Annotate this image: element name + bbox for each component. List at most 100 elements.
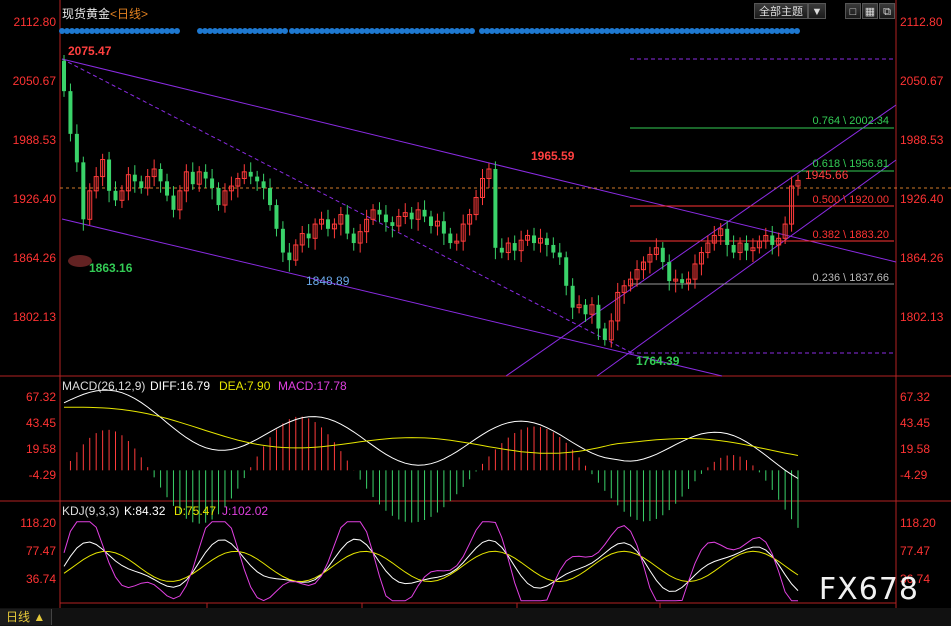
candle-body [158,168,163,182]
loading-dot [469,28,475,34]
candle-body [441,221,446,234]
kdj-j-line [63,521,798,602]
candle-body [532,235,537,244]
kdj-axis-label: 118.20 [900,516,936,530]
candle-body [287,252,292,261]
price-axis-left: 2112.80 2050.67 1988.53 1926.40 1864.26 1802.… [13,15,57,324]
macd-dea-value: DEA:7.90 [219,379,271,393]
loading-dot [794,28,800,34]
kdj-axis-label: 36.74 [26,572,56,586]
candle-body [493,168,498,248]
candle-body [132,174,137,182]
kdj-d-line [63,550,799,583]
candle-body [422,209,427,217]
candle-body [570,285,575,308]
price-axis-label: 2050.67 [900,74,944,88]
price-axis-label: 1926.40 [900,192,944,206]
loading-dot [174,28,180,34]
price-axis-label: 2050.67 [13,74,57,88]
fib-label-0500: 0.500 \ 1920.00 [813,194,889,206]
fib-label-0382: 0.382 \ 1883.20 [813,229,889,241]
candle-body [731,244,736,253]
candle-body [268,187,273,206]
candle-body [551,244,556,253]
candle-body [390,222,395,226]
upper-downtrend-line [61,58,897,263]
candle-body [351,233,356,244]
kdj-d-value: D:75.47 [174,504,216,518]
kdj-axis-label: 77.47 [900,544,930,558]
candle-body [306,233,311,239]
candle-body [216,187,221,206]
annotation-low-left: 1863.16 [89,261,133,275]
kdj-j-value: J:102.02 [222,504,268,518]
candle-body [171,195,176,210]
candle-body [409,212,414,220]
chart-canvas[interactable]: 2112.80 2050.67 1988.53 1926.40 1864.26 1802.… [0,0,951,626]
candle-body [261,181,266,188]
macd-axis-right: 67.32 43.45 19.58 -4.29 [900,390,930,482]
macd-axis-label: 67.32 [26,390,56,404]
macd-diff-line [63,389,799,479]
price-axis-label: 1864.26 [13,251,57,265]
price-axis-label: 1802.13 [13,310,57,324]
annotation-low-mid: 1848.89 [306,274,350,288]
kdj-panel: KDJ(9,3,3) K:84.32 D:75.47 J:102.02 [62,504,799,602]
macd-axis-label: -4.29 [900,468,928,482]
candle-body [770,235,775,245]
candle-body [448,233,453,244]
macd-axis-label: 43.45 [26,416,56,430]
price-axis-label: 2112.80 [14,15,57,29]
macd-title: MACD(26,12,9) [62,379,145,393]
macd-macd-value: MACD:17.78 [278,379,347,393]
candle-body [429,216,433,226]
candle-body [602,328,607,340]
data-loading-bar [59,28,800,34]
kdj-title: KDJ(9,3,3) [62,504,119,518]
tab-bar: 日线 ▲ [0,608,951,626]
candle-body [660,247,665,263]
price-axis-label: 1864.26 [900,251,944,265]
tab-daily[interactable]: 日线 ▲ [0,609,53,625]
lower-downtrend-line [61,218,723,377]
price-axis-right: 2112.80 2050.67 1988.53 1926.40 1864.26 1802.… [900,15,944,324]
price-axis-label: 1988.53 [13,133,57,147]
candle-body [667,262,672,282]
candle-body [383,214,388,223]
kdj-axis-left: 118.20 77.47 36.74 [20,516,56,586]
macd-axis-left: 67.32 43.45 19.58 -4.29 [26,390,56,482]
price-axis-label: 2112.80 [900,15,943,29]
price-axis-label: 1802.13 [900,310,944,324]
candle-body [499,247,504,253]
macd-axis-label: 19.58 [900,442,930,456]
candle-body [81,162,86,220]
candle-body [280,228,285,253]
candle-body [544,238,549,245]
candle-body [345,214,350,234]
macd-panel: MACD(26,12,9) DIFF:16.79 DEA:7.90 MACD:1… [62,379,799,528]
candle-body [248,171,253,177]
candle-body [744,243,749,251]
candle-body [210,178,215,188]
macd-axis-label: 43.45 [900,416,930,430]
annotation-high: 2075.47 [68,44,112,58]
annotation-current: 1945.66 [805,168,849,182]
macd-axis-label: -4.29 [29,468,57,482]
candle-body [725,228,730,245]
candle-body [557,252,562,258]
kdj-axis-label: 118.20 [20,516,56,530]
candle-body [596,304,601,329]
price-axis-label: 1926.40 [13,192,57,206]
candle-body [680,279,685,283]
macd-axis-label: 19.58 [26,442,56,456]
watermark-logo: FX678 [818,572,919,607]
candle-body [325,219,330,229]
candlestick-series [62,55,801,348]
price-axis-label: 1988.53 [900,133,944,147]
candle-body [62,60,66,92]
candle-body [274,205,279,229]
candle-body [377,209,382,215]
kdj-k-value: K:84.32 [124,504,166,518]
candle-body [74,133,79,163]
candle-body [203,171,208,179]
